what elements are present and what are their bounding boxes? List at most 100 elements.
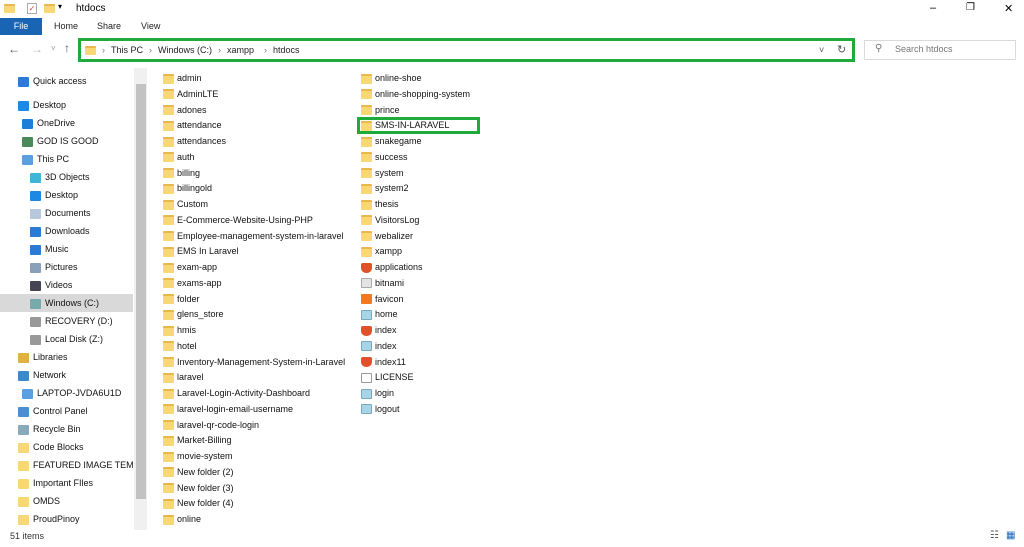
file-item[interactable]: EMS In Laravel [163,244,239,259]
address-bar[interactable]: › This PC › Windows (C:) › xampp › htdocs ˅ … [78,38,855,62]
tab-file[interactable]: File [0,18,42,35]
nav-item[interactable]: Network [0,366,66,384]
file-item[interactable]: movie-system [163,449,233,464]
nav-item[interactable]: OMDS [0,492,60,510]
file-item[interactable]: Market-Billing [163,433,232,448]
nav-item[interactable]: FEATURED IMAGE TEMP [0,456,140,474]
back-icon[interactable]: ← [8,42,20,56]
nav-scrollbar-thumb[interactable] [136,84,146,499]
file-item[interactable]: xampp [361,244,402,259]
forward-icon[interactable]: → [31,42,43,56]
file-item[interactable]: exam-app [163,260,217,275]
file-item[interactable]: New folder (2) [163,465,234,480]
file-item[interactable]: billingold [163,181,212,196]
nav-item[interactable]: Recycle Bin [0,420,81,438]
file-item[interactable]: admin [163,71,202,86]
nav-item[interactable]: Code Blocks [0,438,84,456]
nav-item[interactable]: Documents [0,204,91,222]
file-item[interactable]: home [361,307,398,322]
file-item[interactable]: Laravel-Login-Activity-Dashboard [163,386,310,401]
nav-item[interactable]: This PC [0,150,69,168]
file-item[interactable]: New folder (4) [163,496,234,511]
customize-toolbar-icon[interactable]: ▾ [58,2,62,11]
file-item[interactable]: attendances [163,134,226,149]
nav-item[interactable]: Videos [0,276,72,294]
file-item[interactable]: index11 [361,355,406,370]
minimize-button[interactable]: – [930,2,936,14]
nav-item[interactable]: Libraries [0,348,68,366]
file-item[interactable]: glens_store [163,307,224,322]
file-item[interactable]: snakegame [361,134,422,149]
file-item[interactable]: New folder (3) [163,481,234,496]
file-item[interactable]: laravel [163,370,204,385]
file-item[interactable]: hotel [163,339,197,354]
file-item[interactable]: E-Commerce-Website-Using-PHP [163,213,313,228]
nav-item[interactable]: Quick access [0,72,87,90]
nav-item[interactable]: ProudPinoy [0,510,80,528]
nav-item[interactable]: Music [0,240,69,258]
nav-item[interactable]: Downloads [0,222,90,240]
new-folder-icon[interactable] [44,4,55,13]
file-item[interactable]: logout [361,402,400,417]
nav-item[interactable]: Control Panel [0,402,88,420]
file-item[interactable]: laravel-qr-code-login [163,418,259,433]
nav-item[interactable]: LAPTOP-JVDA6U1D [0,384,121,402]
recent-locations-icon[interactable]: ˅ [51,44,56,53]
refresh-icon[interactable]: ↻ [837,43,846,56]
properties-icon[interactable]: ✓ [27,3,37,14]
up-icon[interactable]: ↑ [64,41,70,55]
file-item[interactable]: online-shopping-system [361,87,470,102]
file-item[interactable]: laravel-login-email-username [163,402,293,417]
nav-item[interactable]: Pictures [0,258,78,276]
file-item[interactable]: login [361,386,394,401]
breadcrumb-htdocs[interactable]: htdocs [273,45,300,55]
nav-item[interactable]: Important FIles [0,474,93,492]
nav-item[interactable]: Local Disk (Z:) [0,330,103,348]
nav-item[interactable]: GOD IS GOOD [0,132,99,150]
nav-item[interactable]: Desktop [0,186,78,204]
address-dropdown-icon[interactable]: ˅ [819,45,824,55]
file-item[interactable]: auth [163,150,195,165]
file-item[interactable]: Custom [163,197,208,212]
tab-home[interactable]: Home [42,18,90,35]
file-item[interactable]: LICENSE [361,370,414,385]
details-view-icon[interactable]: ☷ [990,530,999,541]
file-item[interactable]: webalizer [361,229,413,244]
file-item[interactable]: exams-app [163,276,222,291]
file-item[interactable]: system [361,166,404,181]
restore-button[interactable]: ❐ [966,2,975,13]
file-item[interactable]: index [361,339,397,354]
nav-item[interactable]: OneDrive [0,114,75,132]
file-item[interactable]: bitnami [361,276,404,291]
file-item[interactable]: folder [163,292,200,307]
breadcrumb-windows-c[interactable]: Windows (C:) [158,45,212,55]
nav-item[interactable]: Windows (C:) [0,294,133,312]
file-item[interactable]: online-shoe [361,71,422,86]
file-item[interactable]: Inventory-Management-System-in-Laravel [163,355,345,370]
search-input[interactable]: ⚲ Search htdocs [864,40,1016,60]
file-item[interactable]: VisitorsLog [361,213,419,228]
file-item[interactable]: Employee-management-system-in-laravel [163,229,344,244]
nav-item[interactable]: RECOVERY (D:) [0,312,113,330]
breadcrumb-xampp[interactable]: xampp [227,45,254,55]
nav-item[interactable]: 3D Objects [0,168,90,186]
file-item[interactable]: attendance [163,118,222,133]
file-item[interactable]: AdminLTE [163,87,218,102]
file-item[interactable]: favicon [361,292,404,307]
file-item[interactable]: billing [163,166,200,181]
file-item[interactable]: system2 [361,181,409,196]
large-icons-view-icon[interactable]: ▦ [1006,530,1015,541]
tab-share[interactable]: Share [85,18,133,35]
file-item[interactable]: applications [361,260,423,275]
close-button[interactable]: ✕ [1004,2,1013,15]
breadcrumb-this-pc[interactable]: This PC [111,45,143,55]
file-item[interactable]: adones [163,103,207,118]
tab-view[interactable]: View [129,18,172,35]
file-item[interactable]: online [163,512,201,527]
file-item[interactable]: thesis [361,197,399,212]
nav-item[interactable]: Desktop [0,96,66,114]
file-item[interactable]: index [361,323,397,338]
file-item[interactable]: success [361,150,408,165]
file-item[interactable]: prince [361,103,400,118]
file-item[interactable]: hmis [163,323,196,338]
